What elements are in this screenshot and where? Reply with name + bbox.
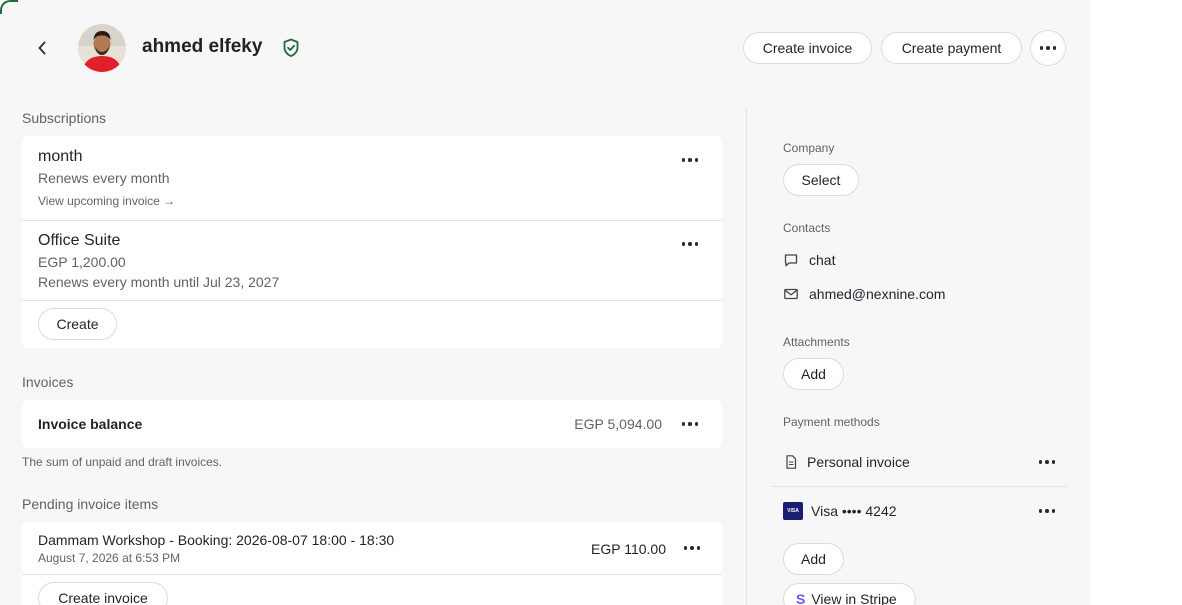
payment-method-menu-button[interactable] <box>1036 502 1058 520</box>
pending-item-title: Dammam Workshop - Booking: 2026-08-07 18… <box>38 532 395 548</box>
mail-icon <box>784 288 798 300</box>
divider <box>22 300 722 301</box>
more-icon <box>1039 46 1057 50</box>
more-icon <box>683 546 701 550</box>
subscription-renewal: Renews every month <box>38 170 170 186</box>
pending-items-card: Dammam Workshop - Booking: 2026-08-07 18… <box>22 522 722 605</box>
panel-corner-accent <box>0 0 18 14</box>
more-icon <box>681 158 699 162</box>
more-icon <box>681 242 699 246</box>
subscriptions-card: month Renews every month View upcoming i… <box>22 136 722 348</box>
create-subscription-button[interactable]: Create <box>38 308 117 340</box>
more-actions-button[interactable] <box>1030 30 1066 66</box>
document-icon <box>786 455 797 469</box>
payment-methods-label: Payment methods <box>783 415 880 429</box>
customer-panel: ahmed elfeky Create invoice Create payme… <box>0 0 1090 605</box>
payment-method-card: Visa •••• 4242 <box>811 503 897 519</box>
attachments-label: Attachments <box>783 335 850 349</box>
more-icon <box>1038 460 1056 464</box>
divider <box>771 486 1067 487</box>
column-divider <box>746 108 747 605</box>
payment-method-menu-button[interactable] <box>1036 453 1058 471</box>
customer-name: ahmed elfeky <box>142 36 263 57</box>
subscriptions-heading: Subscriptions <box>22 110 107 126</box>
subscription-renewal: Renews every month until Jul 23, 2027 <box>38 274 280 290</box>
pending-item-amount: EGP 110.00 <box>591 541 666 557</box>
payment-method-invoice: Personal invoice <box>807 454 910 470</box>
view-in-stripe-label: View in Stripe <box>811 591 897 605</box>
contact-chat[interactable]: chat <box>809 252 835 268</box>
add-attachment-button[interactable]: Add <box>783 358 844 390</box>
more-icon <box>1038 509 1056 513</box>
view-upcoming-invoice-link[interactable]: View upcoming invoice → <box>38 194 175 208</box>
verified-shield-icon <box>283 38 299 57</box>
chevron-left-icon <box>38 41 46 55</box>
more-icon <box>681 422 699 426</box>
invoice-balance-card: Invoice balance EGP 5,094.00 <box>22 400 722 448</box>
avatar <box>78 24 126 72</box>
subscription-name: Office Suite <box>38 232 121 249</box>
subscription-menu-button[interactable] <box>679 235 701 253</box>
chat-icon <box>784 254 798 267</box>
contacts-label: Contacts <box>783 221 831 235</box>
invoices-heading: Invoices <box>22 374 74 390</box>
back-button[interactable] <box>30 36 54 60</box>
contact-email[interactable]: ahmed@nexnine.com <box>809 286 945 302</box>
company-label: Company <box>783 141 835 155</box>
subscription-price: EGP 1,200.00 <box>38 254 126 270</box>
pending-item-menu-button[interactable] <box>681 539 703 557</box>
view-in-stripe-button[interactable]: S View in Stripe <box>783 583 916 605</box>
invoice-balance-note: The sum of unpaid and draft invoices. <box>22 455 223 469</box>
visa-card-icon: VISA <box>783 502 803 520</box>
invoice-balance-menu-button[interactable] <box>679 415 701 433</box>
invoice-balance-label: Invoice balance <box>38 416 143 432</box>
pending-item-date: August 7, 2026 at 6:53 PM <box>38 551 181 565</box>
pending-items-heading: Pending invoice items <box>22 496 159 512</box>
create-invoice-from-items-button[interactable]: Create invoice <box>38 582 168 605</box>
divider <box>22 574 722 575</box>
invoice-balance-value: EGP 5,094.00 <box>574 416 662 432</box>
subscription-menu-button[interactable] <box>679 151 701 169</box>
subscription-name: month <box>38 148 83 165</box>
add-payment-method-button[interactable]: Add <box>783 543 844 575</box>
create-invoice-button[interactable]: Create invoice <box>743 32 872 64</box>
company-select-button[interactable]: Select <box>783 164 859 196</box>
stripe-logo-icon: S <box>796 591 806 605</box>
create-payment-button[interactable]: Create payment <box>881 32 1022 64</box>
divider <box>22 220 722 221</box>
